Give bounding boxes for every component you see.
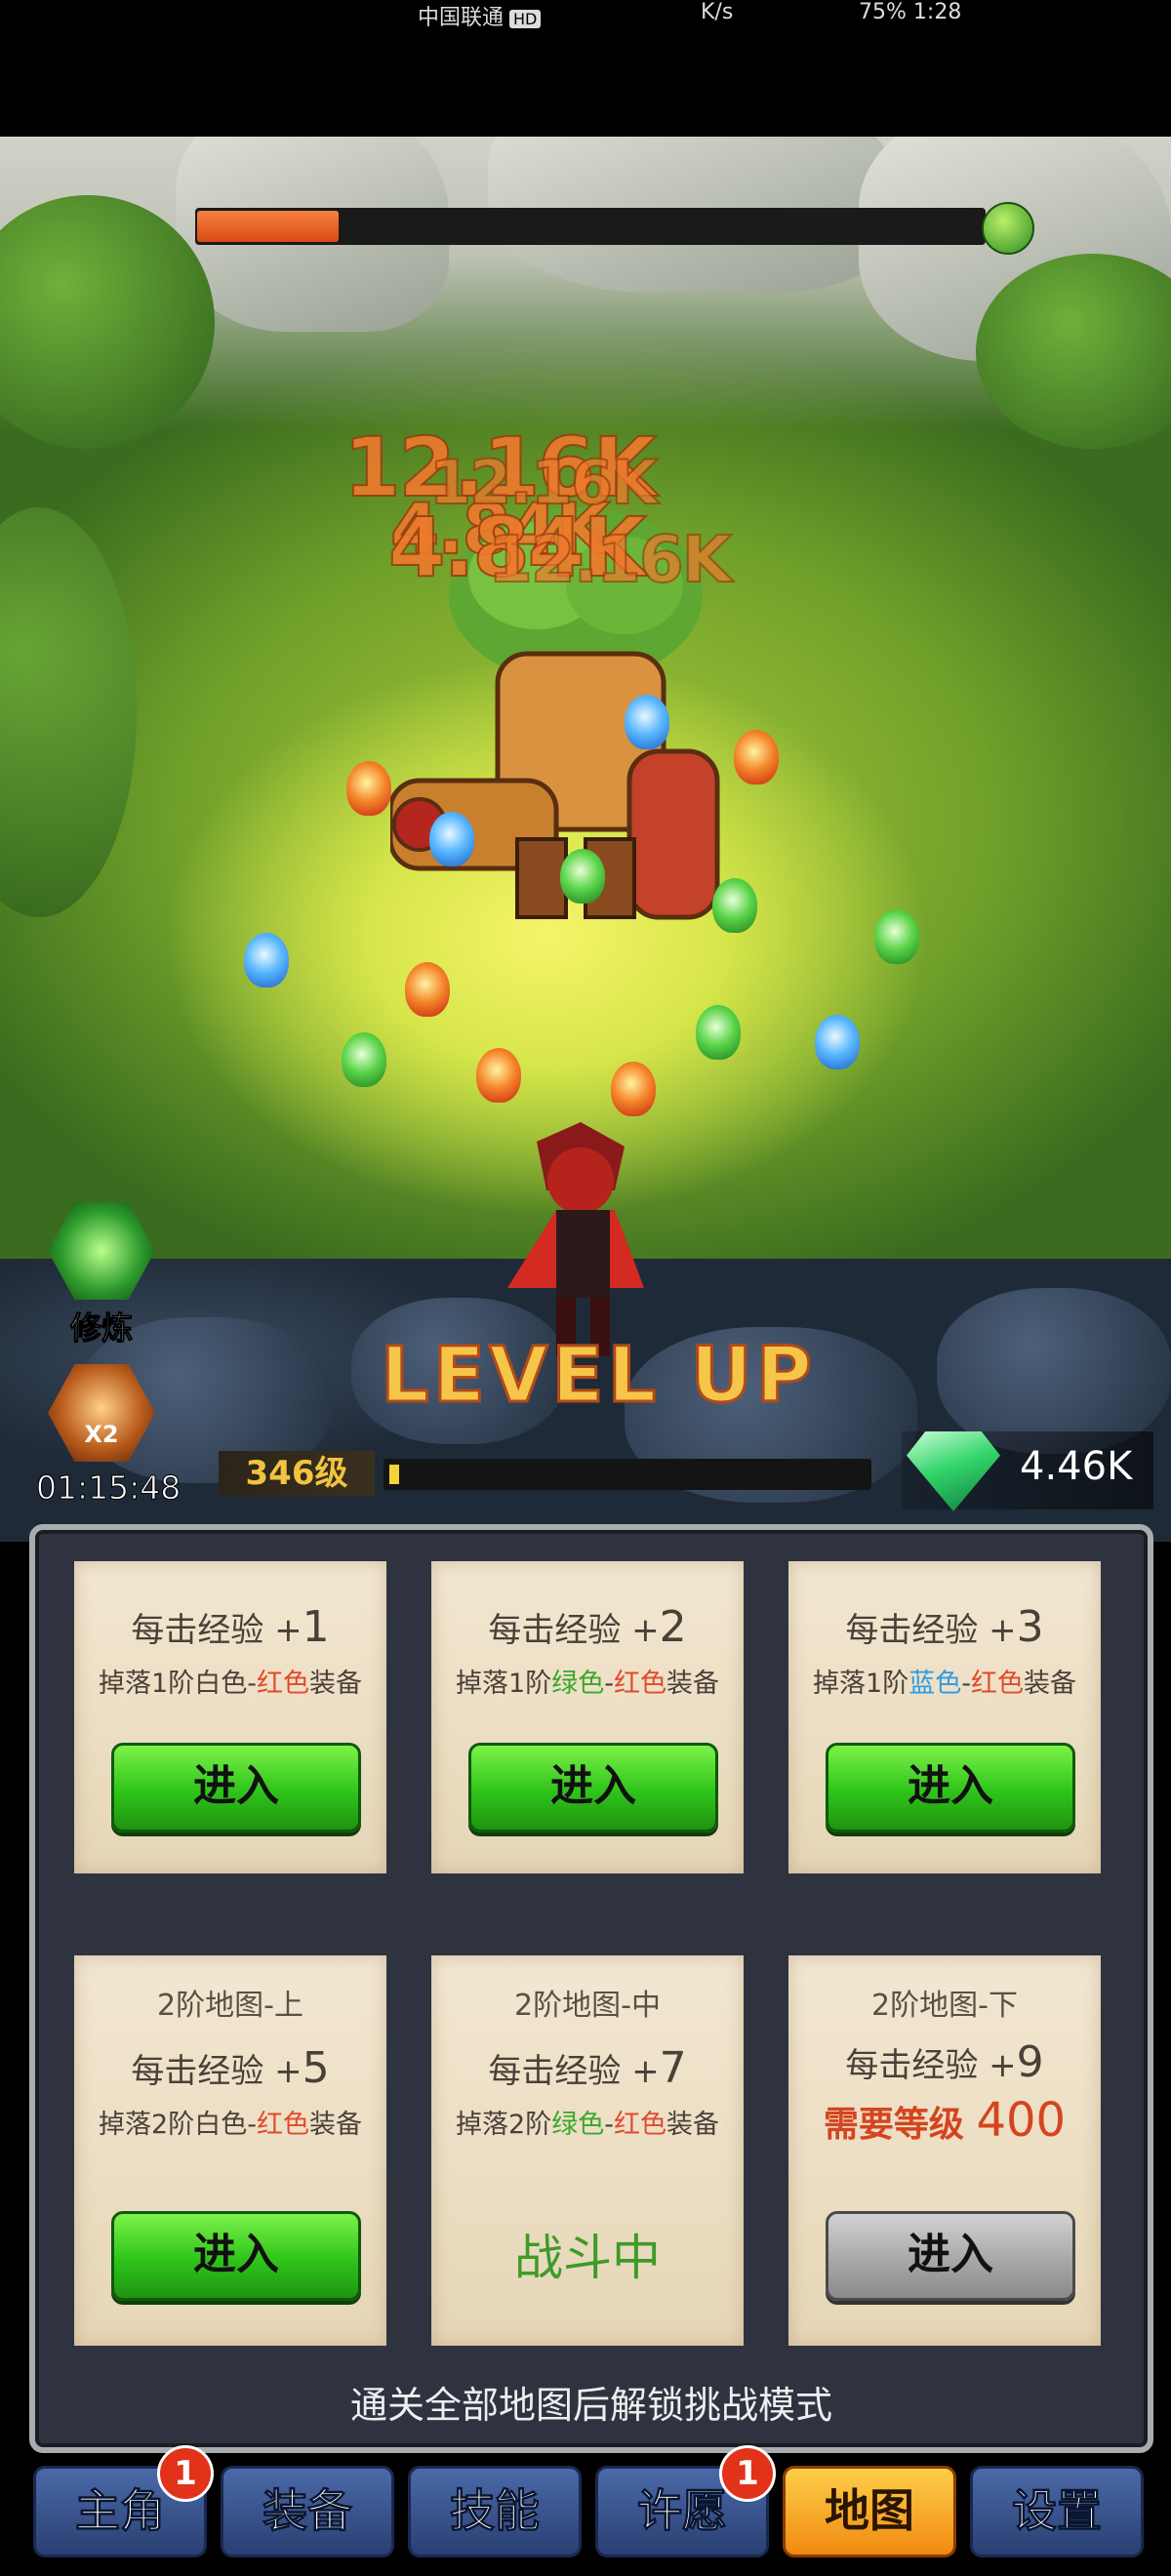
exp-per-hit: 每击经验 +9: [845, 2037, 1044, 2087]
player-level: 346级: [219, 1451, 375, 1496]
drop-info: 掉落1阶白色-红色装备: [99, 1669, 362, 1699]
nav-wish[interactable]: 许愿 1: [595, 2445, 776, 2557]
carrier-name: 中国联通 HD: [418, 0, 542, 31]
bottom-nav: 主角 1 装备 技能 许愿 1 地图 设置: [0, 2445, 1171, 2576]
leaf-orb-icon: [712, 878, 757, 933]
map-select-panel: 每击经验 +1 掉落1阶白色-红色装备 进入 每击经验 +2 掉落1阶绿色-红色…: [29, 1524, 1153, 2453]
drop-info: 掉落1阶蓝色-红色装备: [813, 1669, 1076, 1699]
map-card: 2阶地图-中 每击经验 +7 掉落2阶绿色-红色装备 战斗中: [431, 1955, 744, 2346]
train-button[interactable]: 修炼: [44, 1202, 159, 1348]
exp-per-hit: 每击经验 +7: [488, 2043, 687, 2093]
leaf-orb-icon: [696, 1005, 741, 1060]
map-card: 每击经验 +3 掉落1阶蓝色-红色装备 进入: [788, 1561, 1101, 1873]
map-card: 每击经验 +2 掉落1阶绿色-红色装备 进入: [431, 1561, 744, 1873]
map-card: 2阶地图-上 每击经验 +5 掉落2阶白色-红色装备 进入: [74, 1955, 386, 2346]
enter-button[interactable]: 进入: [826, 1743, 1075, 1832]
train-label: 修炼: [69, 1309, 133, 1348]
challenge-unlock-note: 通关全部地图后解锁挑战模式: [349, 2384, 832, 2427]
drop-info: 掉落2阶绿色-红色装备: [456, 2110, 719, 2140]
fire-orb-icon: [405, 962, 450, 1017]
fire-orb-icon: [734, 730, 779, 785]
nav-map[interactable]: 地图: [783, 2466, 956, 2557]
leaf-orb-icon: [560, 849, 605, 904]
map-title: 2阶地图-上: [157, 1989, 303, 2023]
enter-button[interactable]: 进入: [468, 1743, 718, 1832]
exp-per-hit: 每击经验 +5: [131, 2043, 330, 2093]
battle-scene[interactable]: 12.16K 4.84K 12.16K 4.84K 12.16K LEVEL U…: [0, 137, 1171, 1542]
x2-badge: X2: [84, 1421, 119, 1448]
map-card: 2阶地图-下 每击经验 +9 需要等级 400 进入: [788, 1955, 1101, 2346]
enter-button-locked[interactable]: 进入: [826, 2211, 1075, 2301]
hero-character: [507, 1122, 644, 1356]
fighting-status: 战斗中: [514, 2230, 661, 2286]
map-title: 2阶地图-中: [514, 1989, 661, 2023]
train-icon: [48, 1202, 155, 1300]
level-up-text: LEVEL UP: [380, 1331, 816, 1422]
notification-badge: 1: [719, 2445, 776, 2502]
fire-orb-icon: [611, 1062, 656, 1116]
exp-per-hit: 每击经验 +3: [845, 1602, 1044, 1652]
damage-number: 12.16K: [487, 521, 733, 598]
fern: [0, 507, 137, 917]
boss-hp-bar: [195, 208, 986, 245]
leaf-orb-icon: [342, 1032, 386, 1087]
exp-per-hit: 每击经验 +2: [488, 1602, 687, 1652]
nav-hero[interactable]: 主角 1: [33, 2445, 214, 2557]
exp-bar: [384, 1459, 871, 1490]
ice-orb-icon: [625, 695, 669, 749]
nav-equipment[interactable]: 装备: [221, 2466, 394, 2557]
map-title: 2阶地图-下: [871, 1989, 1018, 2023]
boss-element-icon: [982, 202, 1034, 255]
drop-info: 掉落2阶白色-红色装备: [99, 2110, 362, 2140]
exp-potion-icon: X2: [48, 1364, 155, 1462]
nav-skills[interactable]: 技能: [408, 2466, 582, 2557]
enter-button[interactable]: 进入: [111, 2211, 361, 2301]
exp-fill: [389, 1465, 399, 1484]
ice-orb-icon: [244, 933, 289, 987]
leaf-orb-icon: [874, 909, 919, 964]
status-bar: 中国联通 HD K/s 75% 1:28: [0, 0, 1171, 137]
exp-per-hit: 每击经验 +1: [131, 1602, 330, 1652]
ice-orb-icon: [815, 1015, 860, 1069]
battery-time: 75% 1:28: [859, 0, 962, 24]
boss-hp-fill: [197, 211, 340, 242]
fire-orb-icon: [346, 761, 391, 816]
drop-info: 掉落1阶绿色-红色装备: [456, 1669, 719, 1699]
map-card: 每击经验 +1 掉落1阶白色-红色装备 进入: [74, 1561, 386, 1873]
enter-button[interactable]: 进入: [111, 1743, 361, 1832]
nav-settings[interactable]: 设置: [970, 2466, 1144, 2557]
hd-badge: HD: [509, 10, 542, 28]
level-requirement: 需要等级 400: [823, 2093, 1067, 2148]
notification-badge: 1: [157, 2445, 214, 2502]
net-speed: K/s: [701, 0, 734, 24]
ice-orb-icon: [429, 812, 474, 866]
boost-timer: 01:15:48: [35, 1469, 182, 1508]
diamond-count: 4.46K: [1020, 1444, 1133, 1489]
double-exp-button[interactable]: X2: [44, 1364, 159, 1462]
stone: [937, 1288, 1171, 1454]
fire-orb-icon: [476, 1048, 521, 1103]
